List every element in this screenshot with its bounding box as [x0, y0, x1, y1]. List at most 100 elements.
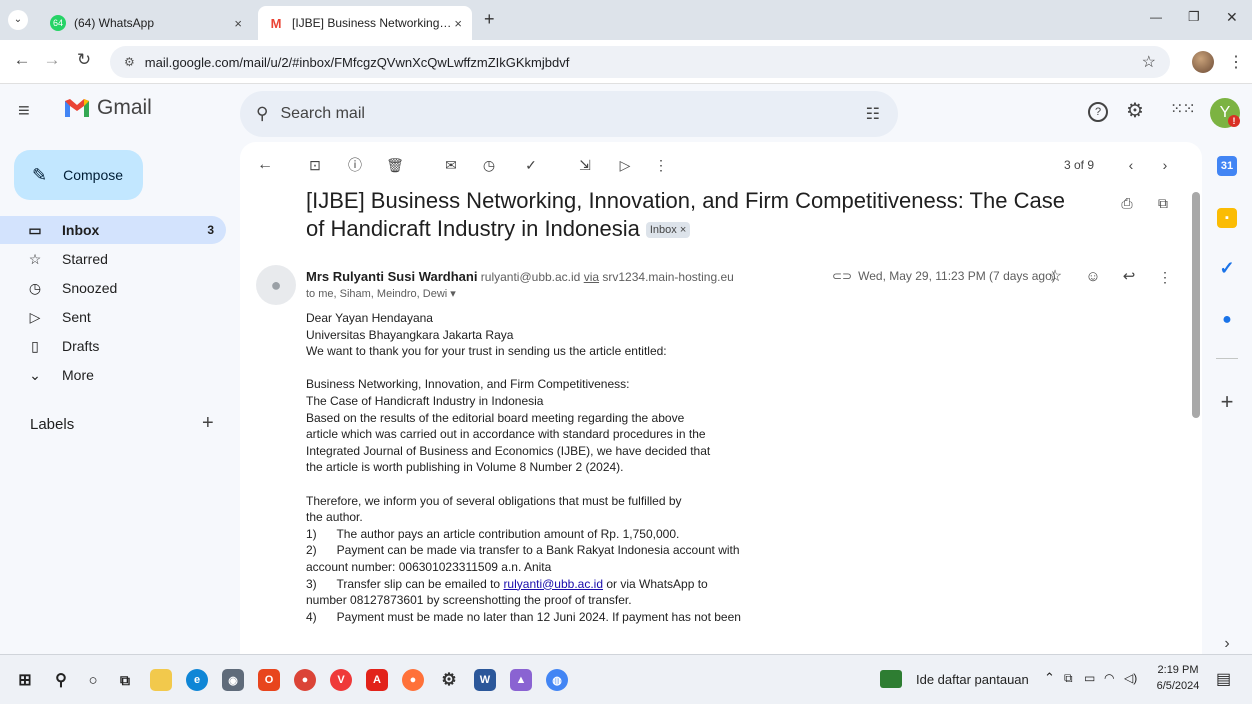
- more-actions-icon[interactable]: ⋮: [650, 154, 672, 176]
- restore-button[interactable]: ❐: [1188, 9, 1200, 25]
- message-more-icon[interactable]: ⋮: [1154, 266, 1176, 288]
- sidebar-item-drafts[interactable]: ▯ Drafts: [0, 332, 226, 360]
- snooze-icon[interactable]: ◷: [478, 154, 500, 176]
- message-date: ⊂⊃ Wed, May 29, 11:23 PM (7 days ago): [832, 269, 1056, 283]
- file-explorer-icon[interactable]: [150, 669, 172, 691]
- body-line: [306, 360, 866, 377]
- sidebar-item-sent[interactable]: ▷ Sent: [0, 303, 226, 331]
- acrobat-icon[interactable]: A: [366, 669, 388, 691]
- cortana-icon[interactable]: ○: [82, 669, 104, 691]
- back-arrow-icon[interactable]: ←: [10, 50, 34, 70]
- star-message-icon[interactable]: ☆: [1044, 266, 1066, 288]
- add-label-button[interactable]: +: [202, 412, 214, 435]
- label-icon[interactable]: ▷: [614, 154, 636, 176]
- clock-time[interactable]: 2:19 PM: [1156, 664, 1200, 676]
- expand-panel-icon[interactable]: ›: [1217, 634, 1237, 654]
- minimize-button[interactable]: —: [1150, 10, 1162, 24]
- add-task-icon[interactable]: ✓: [520, 154, 542, 176]
- newer-message-icon[interactable]: ‹: [1120, 154, 1142, 176]
- email-link[interactable]: rulyanti@ubb.ac.id: [503, 577, 603, 591]
- word-icon[interactable]: W: [474, 669, 496, 691]
- notification-app-icon[interactable]: [880, 670, 902, 688]
- search-bar[interactable]: ⚲ ☷: [240, 91, 898, 137]
- main-menu-icon[interactable]: ≡: [18, 100, 30, 123]
- reload-icon[interactable]: ↻: [72, 50, 96, 70]
- forward-arrow-icon[interactable]: →: [40, 50, 64, 70]
- action-center-icon[interactable]: ▤: [1216, 669, 1231, 689]
- sidebar-item-starred[interactable]: ☆ Starred: [0, 245, 226, 273]
- delete-icon[interactable]: 🗑: [384, 154, 406, 176]
- move-to-icon[interactable]: ⇲: [574, 154, 596, 176]
- via-link[interactable]: via: [584, 270, 599, 284]
- keep-icon[interactable]: ▪: [1217, 208, 1237, 228]
- vivaldi-icon[interactable]: V: [330, 669, 352, 691]
- office-icon[interactable]: O: [258, 669, 280, 691]
- back-to-inbox-icon[interactable]: ←: [254, 154, 276, 176]
- tab-gmail[interactable]: M [IJBE] Business Networking, Inno ×: [258, 6, 472, 40]
- profile-avatar[interactable]: [1192, 51, 1214, 73]
- search-icon[interactable]: ⚲: [50, 669, 72, 691]
- sidebar-item-label: Snoozed: [62, 280, 118, 296]
- settings-gear-icon[interactable]: ⚙: [1126, 98, 1144, 123]
- edge-icon[interactable]: e: [186, 669, 208, 691]
- sidebar-item-label: Sent: [62, 309, 91, 325]
- report-spam-icon[interactable]: ⓘ: [344, 154, 366, 176]
- chrome-icon[interactable]: ●: [294, 669, 316, 691]
- tab-close-icon[interactable]: ×: [454, 16, 462, 31]
- search-icon[interactable]: ⚲: [256, 104, 268, 124]
- site-settings-icon[interactable]: ⚙: [124, 55, 135, 69]
- bookmark-star-icon[interactable]: ☆: [1142, 52, 1156, 72]
- mark-unread-icon[interactable]: ✉: [440, 154, 462, 176]
- search-input[interactable]: [280, 105, 801, 123]
- tray-wifi-icon[interactable]: ◠: [1104, 671, 1114, 685]
- tray-volume-icon[interactable]: ◁): [1124, 671, 1137, 685]
- search-options-icon[interactable]: ☷: [866, 104, 880, 124]
- tray-network-icon[interactable]: ⧉: [1064, 671, 1073, 686]
- notification-text[interactable]: Ide daftar pantauan: [916, 672, 1029, 687]
- tab-close-icon[interactable]: ×: [234, 16, 242, 31]
- body-line: Based on the results of the editorial bo…: [306, 410, 685, 425]
- photos-icon[interactable]: ▲: [510, 669, 532, 691]
- camera-icon[interactable]: ◉: [222, 669, 244, 691]
- settings-gear-icon[interactable]: ⚙: [438, 669, 460, 691]
- compose-button[interactable]: ✎ Compose: [14, 150, 143, 200]
- older-message-icon[interactable]: ›: [1154, 154, 1176, 176]
- tray-battery-icon[interactable]: ▭: [1084, 671, 1095, 685]
- support-icon[interactable]: ?: [1088, 102, 1108, 122]
- address-bar[interactable]: ⚙ mail.google.com/mail/u/2/#inbox/FMfcgz…: [110, 46, 1170, 78]
- message-scrollbar[interactable]: [1192, 192, 1200, 418]
- print-icon[interactable]: ⎙: [1116, 192, 1138, 214]
- sender-name[interactable]: Mrs Rulyanti Susi Wardhani: [306, 269, 477, 284]
- sidebar-item-snoozed[interactable]: ◷ Snoozed: [0, 274, 226, 302]
- new-tab-button[interactable]: +: [484, 9, 495, 30]
- close-window-button[interactable]: ✕: [1226, 9, 1238, 26]
- sidebar-item-inbox[interactable]: ▭ Inbox 3: [0, 216, 226, 244]
- open-new-window-icon[interactable]: ⧉: [1152, 192, 1174, 214]
- tasks-icon[interactable]: ✓: [1217, 258, 1237, 278]
- inbox-label-chip[interactable]: Inbox ×: [645, 222, 691, 239]
- tab-whatsapp[interactable]: 64 (64) WhatsApp ×: [40, 6, 252, 40]
- tray-chevron-up-icon[interactable]: ⌃: [1044, 670, 1055, 686]
- message-panel: ← ⊡ ⓘ 🗑 ✉ ◷ ✓ ⇲ ▷ ⋮ 3 of 9 ‹ › [IJBE] Bu…: [240, 142, 1202, 654]
- apps-grid-icon[interactable]: ⁙⁙: [1170, 99, 1196, 119]
- gmail-logo-text: Gmail: [97, 96, 152, 119]
- sender-avatar-icon[interactable]: ●: [256, 265, 296, 305]
- reply-icon[interactable]: ↩: [1118, 266, 1140, 288]
- body-line: Integrated Journal of Business and Econo…: [306, 443, 711, 458]
- contacts-icon[interactable]: ●: [1217, 310, 1237, 330]
- star-icon: ☆: [28, 250, 42, 267]
- windows-start-icon[interactable]: ⊞: [14, 669, 36, 691]
- browser-menu-icon[interactable]: ⋮: [1228, 52, 1244, 72]
- archive-icon[interactable]: ⊡: [304, 154, 326, 176]
- recipients-line[interactable]: to me, Siham, Meindro, Dewi ▾: [306, 287, 456, 300]
- get-addons-icon[interactable]: +: [1217, 389, 1237, 414]
- task-view-icon[interactable]: ⧉: [114, 669, 136, 691]
- tab-search-dropdown-icon[interactable]: ⌄: [8, 10, 28, 30]
- gmail-logo[interactable]: Gmail: [63, 96, 152, 120]
- emoji-react-icon[interactable]: ☺: [1082, 266, 1104, 288]
- firefox-icon[interactable]: ●: [402, 669, 424, 691]
- app-globe-icon[interactable]: ◍: [546, 669, 568, 691]
- sidebar-item-more[interactable]: ⌄ More: [0, 361, 226, 389]
- clock-date[interactable]: 6/5/2024: [1152, 680, 1204, 692]
- calendar-icon[interactable]: 31: [1217, 156, 1237, 176]
